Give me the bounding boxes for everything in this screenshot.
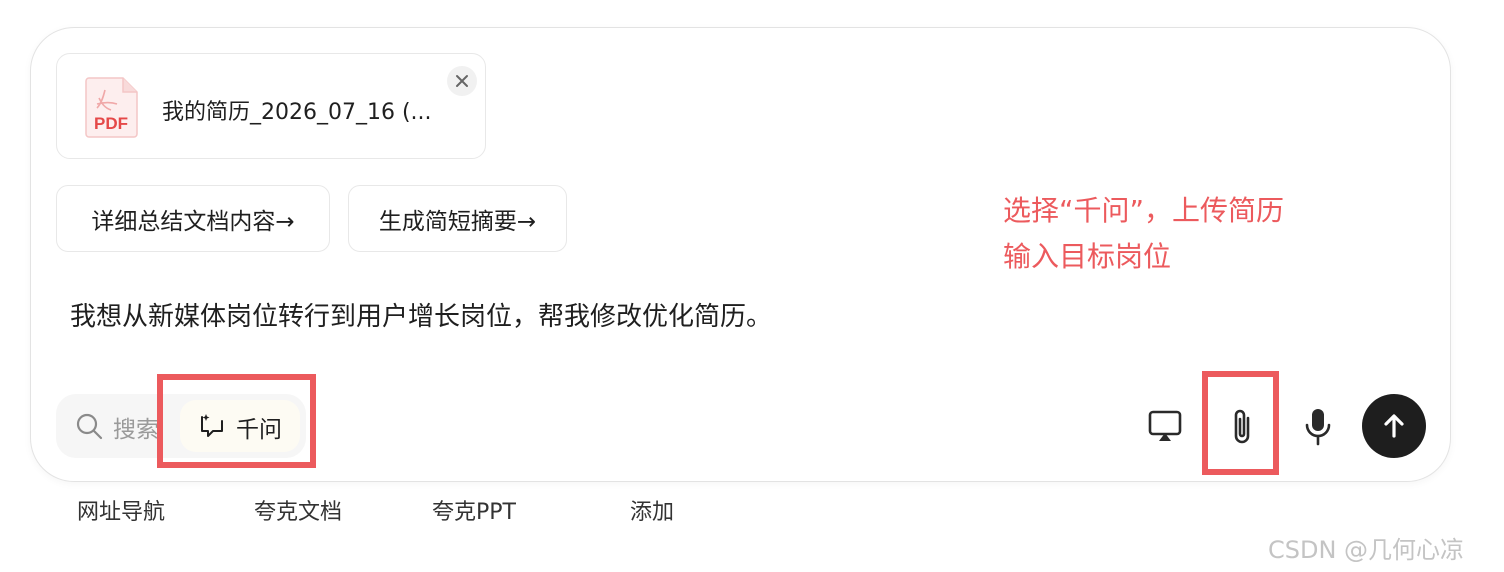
attached-file-card[interactable]: PDF 我的简历_2026_07_16 (... bbox=[56, 53, 486, 159]
microphone-icon bbox=[1305, 409, 1331, 446]
screen-share-icon bbox=[1148, 410, 1182, 441]
quick-link-navigation[interactable]: 网址导航 bbox=[77, 494, 165, 526]
file-name: 我的简历_2026_07_16 (... bbox=[162, 100, 432, 125]
quick-link-ppt[interactable]: 夸克PPT bbox=[432, 494, 516, 526]
search-icon[interactable] bbox=[75, 412, 103, 440]
close-icon bbox=[456, 75, 468, 87]
quick-link-add[interactable]: 添加 bbox=[630, 494, 674, 526]
annotation-line-1: 选择“千问”，上传简历 bbox=[1003, 194, 1285, 227]
watermark: CSDN @几何心凉 bbox=[1268, 536, 1465, 564]
arrow-up-icon bbox=[1384, 414, 1404, 438]
suggestion-brief-summary[interactable]: 生成简短摘要→ bbox=[348, 185, 567, 252]
screenshot-stage: PDF 我的简历_2026_07_16 (... 详细总结文档内容→ 生成简短摘… bbox=[0, 0, 1504, 572]
pdf-label: PDF bbox=[94, 114, 128, 133]
prompt-input[interactable]: 我想从新媒体岗位转行到用户增长岗位，帮我修改优化简历。 bbox=[70, 296, 772, 333]
highlight-box-attach bbox=[1202, 371, 1279, 475]
annotation-note: 选择“千问”，上传简历 输入目标岗位 bbox=[1003, 188, 1284, 280]
search-mode-label[interactable]: 搜索 bbox=[113, 410, 160, 444]
suggestion-summarize-detail[interactable]: 详细总结文档内容→ bbox=[56, 185, 330, 252]
highlight-box-qianwen bbox=[157, 374, 316, 468]
send-button[interactable] bbox=[1362, 394, 1426, 458]
pdf-file-icon: PDF bbox=[85, 77, 138, 138]
voice-input-button[interactable] bbox=[1298, 404, 1338, 450]
annotation-line-2: 输入目标岗位 bbox=[1003, 240, 1172, 273]
quick-link-docs[interactable]: 夸克文档 bbox=[254, 494, 342, 526]
remove-file-button[interactable] bbox=[447, 66, 477, 96]
screen-share-button[interactable] bbox=[1145, 405, 1185, 447]
